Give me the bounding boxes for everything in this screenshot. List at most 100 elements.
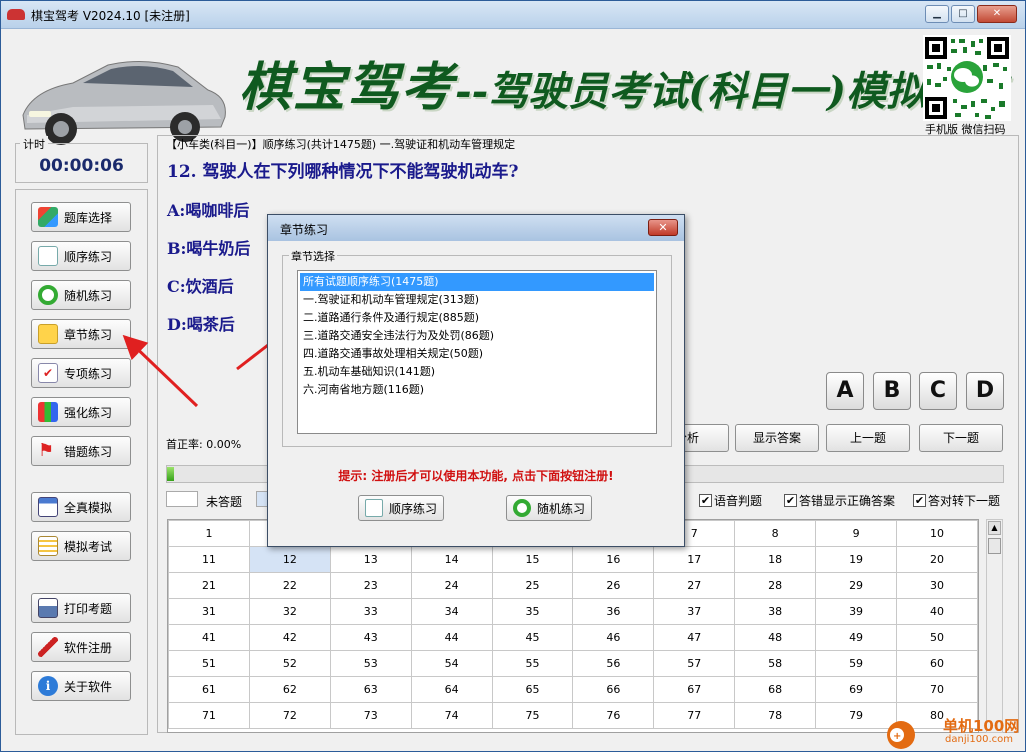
question-number-cell[interactable]: 66 (572, 676, 655, 703)
voice-judge-checkbox[interactable]: ✔ 语音判题 (699, 492, 762, 509)
question-number-cell[interactable]: 78 (734, 702, 817, 729)
chapter-list-item[interactable]: 二.道路通行条件及通行规定(885题) (300, 309, 654, 327)
minimize-button[interactable]: ▁ (925, 5, 949, 23)
question-number-cell[interactable]: 15 (491, 546, 574, 573)
question-number-cell[interactable]: 57 (653, 650, 736, 677)
question-number-cell[interactable]: 23 (329, 572, 412, 599)
question-number-cell[interactable]: 73 (329, 702, 412, 729)
dialog-sequential-button[interactable]: 顺序练习 (358, 495, 444, 521)
question-number-cell[interactable]: 14 (410, 546, 493, 573)
restore-button[interactable]: □ (951, 5, 975, 23)
chapter-practice-button[interactable]: 章节练习 (31, 319, 131, 349)
question-number-cell[interactable]: 27 (653, 572, 736, 599)
question-number-cell[interactable]: 18 (734, 546, 817, 573)
show-answer-button[interactable]: 显示答案 (735, 424, 819, 452)
question-number-cell[interactable]: 74 (410, 702, 493, 729)
question-number-cell[interactable]: 65 (491, 676, 574, 703)
dialog-random-button[interactable]: 随机练习 (506, 495, 592, 521)
question-number-cell[interactable]: 41 (168, 624, 250, 651)
question-number-cell[interactable]: 20 (896, 546, 978, 573)
dialog-close-button[interactable]: ✕ (648, 219, 678, 236)
question-number-cell[interactable]: 71 (168, 702, 250, 729)
prev-question-button[interactable]: 上一题 (826, 424, 910, 452)
question-number-cell[interactable]: 34 (410, 598, 493, 625)
chapter-list-item[interactable]: 三.道路交通安全违法行为及处罚(86题) (300, 327, 654, 345)
chapter-listbox[interactable]: 所有试题顺序练习(1475题) 一.驾驶证和机动车管理规定(313题) 二.道路… (297, 270, 657, 434)
question-number-cell[interactable]: 44 (410, 624, 493, 651)
question-number-cell[interactable]: 17 (653, 546, 736, 573)
question-number-cell[interactable]: 56 (572, 650, 655, 677)
question-number-cell[interactable]: 75 (491, 702, 574, 729)
question-number-cell[interactable]: 48 (734, 624, 817, 651)
answer-d-button[interactable]: D (966, 372, 1004, 410)
question-number-cell[interactable]: 30 (896, 572, 978, 599)
question-number-cell[interactable]: 70 (896, 676, 978, 703)
close-button[interactable]: ✕ (977, 5, 1017, 23)
question-number-cell[interactable]: 68 (734, 676, 817, 703)
sequential-practice-button[interactable]: 顺序练习 (31, 241, 131, 271)
question-number-cell[interactable]: 8 (734, 520, 817, 547)
answer-c-button[interactable]: C (919, 372, 957, 410)
about-software-button[interactable]: i 关于软件 (31, 671, 131, 701)
question-number-cell[interactable]: 76 (572, 702, 655, 729)
scroll-up-button[interactable]: ▲ (988, 521, 1001, 535)
answer-a-button[interactable]: A (826, 372, 864, 410)
checkbox-box[interactable]: ✔ (699, 494, 712, 507)
chapter-list-item[interactable]: 一.驾驶证和机动车管理规定(313题) (300, 291, 654, 309)
question-number-cell[interactable]: 46 (572, 624, 655, 651)
question-number-cell[interactable]: 59 (815, 650, 898, 677)
question-number-cell[interactable]: 67 (653, 676, 736, 703)
scroll-thumb[interactable] (988, 538, 1001, 554)
question-number-cell[interactable]: 9 (815, 520, 898, 547)
chapter-list-item[interactable]: 四.道路交通事故处理相关规定(50题) (300, 345, 654, 363)
question-number-cell[interactable]: 43 (329, 624, 412, 651)
question-number-cell[interactable]: 21 (168, 572, 250, 599)
show-correct-checkbox[interactable]: ✔ 答错显示正确答案 (784, 492, 895, 509)
question-number-cell[interactable]: 49 (815, 624, 898, 651)
special-practice-button[interactable]: ✔ 专项练习 (31, 358, 131, 388)
question-number-cell[interactable]: 63 (329, 676, 412, 703)
chapter-list-item[interactable]: 六.河南省地方题(116题) (300, 381, 654, 399)
question-number-cell[interactable]: 1 (168, 520, 250, 547)
full-simulation-button[interactable]: 全真模拟 (31, 492, 131, 522)
question-number-cell[interactable]: 16 (572, 546, 655, 573)
chapter-list-item[interactable]: 五.机动车基础知识(141题) (300, 363, 654, 381)
question-number-cell[interactable]: 11 (168, 546, 250, 573)
question-number-cell[interactable]: 37 (653, 598, 736, 625)
grid-scrollbar[interactable]: ▲ (986, 519, 1003, 733)
question-number-cell[interactable]: 58 (734, 650, 817, 677)
question-number-cell[interactable]: 53 (329, 650, 412, 677)
question-number-cell[interactable]: 26 (572, 572, 655, 599)
auto-next-checkbox[interactable]: ✔ 答对转下一题 (913, 492, 1000, 509)
question-number-cell[interactable]: 24 (410, 572, 493, 599)
question-number-cell[interactable]: 52 (248, 650, 331, 677)
question-bank-button[interactable]: 题库选择 (31, 202, 131, 232)
next-question-button[interactable]: 下一题 (919, 424, 1003, 452)
question-number-cell[interactable]: 64 (410, 676, 493, 703)
question-number-cell[interactable]: 42 (248, 624, 331, 651)
answer-b-button[interactable]: B (873, 372, 911, 410)
question-number-cell[interactable]: 22 (248, 572, 331, 599)
question-number-cell[interactable]: 40 (896, 598, 978, 625)
question-number-cell[interactable]: 25 (491, 572, 574, 599)
question-number-cell[interactable]: 38 (734, 598, 817, 625)
question-number-cell[interactable]: 61 (168, 676, 250, 703)
question-number-cell[interactable]: 72 (248, 702, 331, 729)
wrong-questions-button[interactable]: ⚑ 错题练习 (31, 436, 131, 466)
checkbox-box[interactable]: ✔ (784, 494, 797, 507)
question-number-cell[interactable]: 69 (815, 676, 898, 703)
question-number-cell[interactable]: 31 (168, 598, 250, 625)
random-practice-button[interactable]: 随机练习 (31, 280, 131, 310)
question-number-cell[interactable]: 51 (168, 650, 250, 677)
question-number-cell[interactable]: 29 (815, 572, 898, 599)
question-number-cell[interactable]: 13 (329, 546, 412, 573)
question-number-cell[interactable]: 10 (896, 520, 978, 547)
register-software-button[interactable]: 软件注册 (31, 632, 131, 662)
question-number-cell[interactable]: 35 (491, 598, 574, 625)
question-number-cell[interactable]: 50 (896, 624, 978, 651)
question-number-cell[interactable]: 60 (896, 650, 978, 677)
question-number-cell[interactable]: 54 (410, 650, 493, 677)
question-number-cell[interactable]: 19 (815, 546, 898, 573)
intensive-practice-button[interactable]: 强化练习 (31, 397, 131, 427)
question-number-cell[interactable]: 12 (248, 546, 331, 573)
